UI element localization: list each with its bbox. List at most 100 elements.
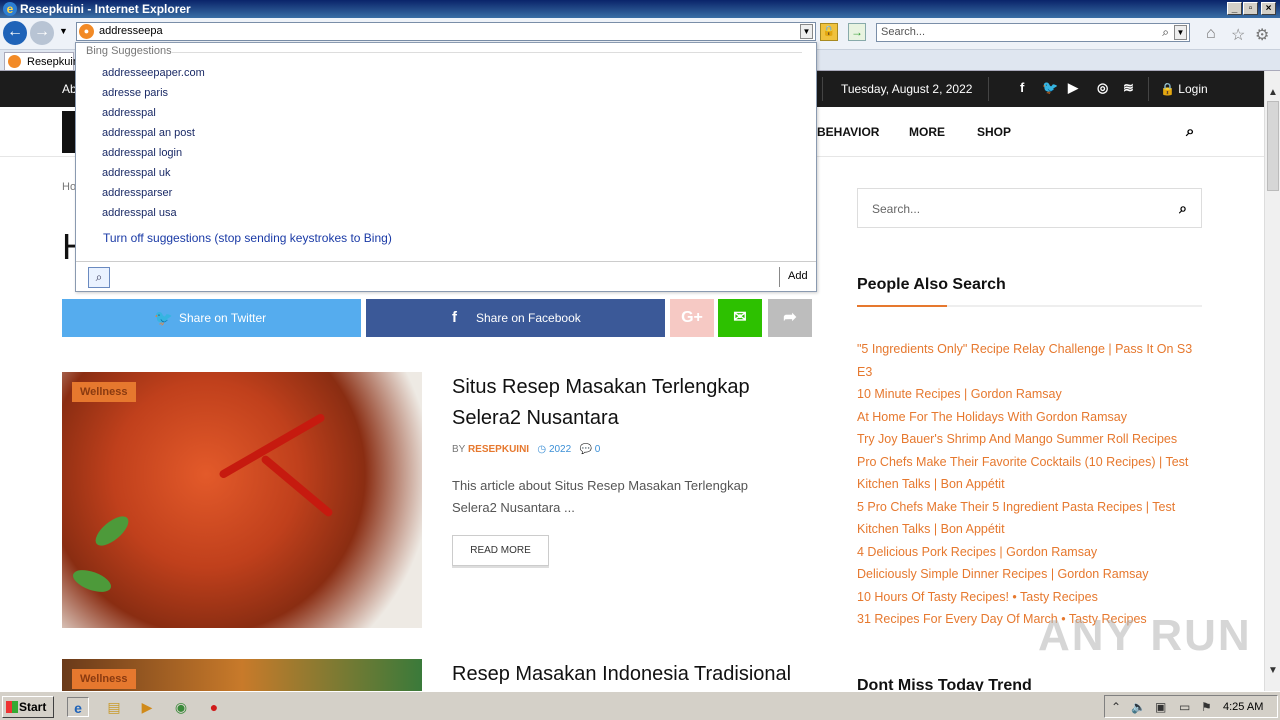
sidebar-heading: People Also Search [857, 276, 1006, 293]
back-button[interactable]: ← [3, 21, 27, 45]
rss-icon[interactable]: ≋ [1123, 80, 1134, 96]
turn-off-suggestions-link[interactable]: Turn off suggestions (stop sending keyst… [103, 231, 392, 245]
list-item[interactable]: At Home For The Holidays With Gordon Ram… [857, 406, 1197, 429]
list-item[interactable]: 10 Hours Of Tasty Recipes! • Tasty Recip… [857, 586, 1197, 609]
action-center-flag-icon[interactable]: ⚑ [1201, 700, 1212, 714]
divider [76, 261, 816, 262]
category-badge[interactable]: Wellness [72, 669, 136, 689]
window-title: Resepkuini - Internet Explorer [20, 2, 191, 16]
battery-icon[interactable]: ▭ [1179, 700, 1190, 714]
address-dropdown-button[interactable]: ▼ [800, 24, 813, 39]
suggestion-item[interactable]: addresspal usa [102, 203, 205, 223]
sidebar-search-input[interactable]: Search... ⌕ [857, 188, 1202, 228]
forward-button[interactable]: → [30, 21, 54, 45]
address-input[interactable]: addresseepa [99, 25, 163, 37]
post-thumbnail[interactable]: Wellness [62, 659, 422, 691]
list-item[interactable]: 10 Minute Recipes | Gordon Ramsay [857, 383, 1197, 406]
post-excerpt: This article about Situs Resep Masakan T… [452, 478, 749, 515]
security-taskbar-icon[interactable]: ● [203, 697, 225, 717]
suggestion-list: addresseepaper.com adresse paris address… [102, 63, 205, 223]
share-twitter-button[interactable]: 🐦 Share on Twitter [62, 299, 361, 337]
post-author[interactable]: RESEPKUINI [468, 444, 529, 455]
search-icon[interactable]: ⌕ [88, 267, 110, 288]
scroll-down-icon[interactable]: ▼ [1265, 663, 1280, 679]
history-dropdown-icon[interactable]: ▼ [59, 26, 68, 36]
suggestion-item[interactable]: addresspal an post [102, 123, 205, 143]
taskbar-clock[interactable]: 4:25 AM [1223, 701, 1263, 713]
ie-taskbar-icon[interactable]: e [67, 697, 89, 717]
login-link[interactable]: 🔒 Login [1160, 82, 1208, 96]
start-label: Start [19, 700, 47, 714]
post-thumbnail[interactable]: Wellness [62, 372, 422, 628]
list-item[interactable]: Try Joy Bauer's Shrimp And Mango Summer … [857, 428, 1197, 451]
suggestion-item[interactable]: addressparser [102, 183, 205, 203]
list-item[interactable]: Deliciously Simple Dinner Recipes | Gord… [857, 563, 1197, 586]
breadcrumb[interactable]: Ho [62, 181, 76, 193]
login-label: Login [1178, 82, 1208, 96]
volume-icon[interactable]: 🔈 [1131, 700, 1146, 714]
post-date[interactable]: 2022 [549, 444, 571, 455]
settings-gear-icon[interactable]: ⚙ [1255, 25, 1269, 45]
instagram-icon[interactable]: ◎ [1097, 80, 1108, 96]
network-icon[interactable]: ▣ [1155, 700, 1166, 714]
search-box[interactable]: Search... ⌕ ▼ [876, 23, 1190, 42]
tab-resepkuini[interactable]: Resepkuini [4, 52, 81, 70]
home-icon[interactable]: ⌂ [1206, 25, 1216, 43]
close-button[interactable]: × [1261, 2, 1276, 15]
vertical-scrollbar[interactable]: ▲ ▼ [1264, 71, 1280, 691]
list-item[interactable]: Pro Chefs Make Their Favorite Cocktails … [857, 451, 1197, 496]
twitter-icon: 🐦 [154, 310, 173, 327]
share-more-button[interactable]: ➦ [768, 299, 812, 337]
nav-item-behavior[interactable]: BEHAVIOR [817, 125, 879, 139]
tray-expand-icon[interactable]: ⌃ [1111, 700, 1121, 714]
search-icon[interactable]: ⌕ [1186, 123, 1194, 140]
nav-item-more[interactable]: MORE [909, 125, 945, 139]
twitter-icon[interactable]: 🐦 [1042, 80, 1058, 96]
category-badge[interactable]: Wellness [72, 382, 136, 402]
search-icon[interactable]: ⌕ [1179, 200, 1187, 217]
search-icon[interactable]: ⌕ [1162, 25, 1169, 40]
scroll-up-icon[interactable]: ▲ [1265, 85, 1280, 101]
read-more-button[interactable]: READ MORE [452, 535, 549, 566]
tab-label: Resepkuini [27, 56, 82, 68]
start-button[interactable]: Start [2, 696, 54, 718]
add-search-provider-button[interactable]: Add [788, 270, 808, 282]
share-wechat-button[interactable]: ✉ [718, 299, 762, 337]
post-title[interactable]: Resep Masakan Indonesia Tradisional [452, 659, 812, 690]
search-dropdown-button[interactable]: ▼ [1174, 25, 1187, 40]
chrome-taskbar-icon[interactable]: ◉ [170, 697, 192, 717]
maximize-button[interactable]: ▫ [1243, 2, 1258, 15]
minimize-button[interactable]: _ [1227, 2, 1242, 15]
explorer-taskbar-icon[interactable]: ▤ [103, 697, 125, 717]
scroll-thumb[interactable] [1267, 101, 1279, 191]
search-input[interactable]: Search... [881, 26, 925, 38]
suggestion-item[interactable]: addresseepaper.com [102, 63, 205, 83]
address-bar[interactable]: ● addresseepa ▼ [76, 22, 816, 41]
media-player-taskbar-icon[interactable]: ▶ [136, 697, 158, 717]
list-item[interactable]: 5 Pro Chefs Make Their 5 Ingredient Past… [857, 496, 1197, 541]
lock-icon[interactable]: 🔒 [820, 23, 838, 41]
suggestion-item[interactable]: addresspal [102, 103, 205, 123]
share-facebook-button[interactable]: f Share on Facebook [366, 299, 665, 337]
facebook-icon[interactable]: f [1020, 80, 1024, 95]
divider [822, 77, 823, 101]
go-button[interactable]: → [848, 23, 866, 41]
post-title[interactable]: Situs Resep Masakan Terlengkap Selera2 N… [452, 372, 812, 434]
youtube-icon[interactable]: ▶ [1068, 80, 1078, 96]
tab-favicon-icon [8, 55, 21, 68]
food-decoration [90, 511, 134, 551]
nav-item-shop[interactable]: SHOP [977, 125, 1011, 139]
share-googleplus-button[interactable]: G+ [670, 299, 714, 337]
suggestion-item[interactable]: addresspal uk [102, 163, 205, 183]
divider [172, 52, 802, 53]
food-decoration [70, 565, 114, 597]
suggestion-item[interactable]: addresspal login [102, 143, 205, 163]
list-item[interactable]: 4 Delicious Pork Recipes | Gordon Ramsay [857, 541, 1197, 564]
comment-count[interactable]: 0 [595, 444, 601, 455]
suggestions-header: Bing Suggestions [86, 45, 172, 57]
favorites-star-icon[interactable]: ☆ [1231, 25, 1245, 45]
suggestion-item[interactable]: adresse paris [102, 83, 205, 103]
windows-logo-icon [6, 701, 18, 713]
ie-logo-icon: e [3, 2, 17, 16]
list-item[interactable]: "5 Ingredients Only" Recipe Relay Challe… [857, 338, 1197, 383]
